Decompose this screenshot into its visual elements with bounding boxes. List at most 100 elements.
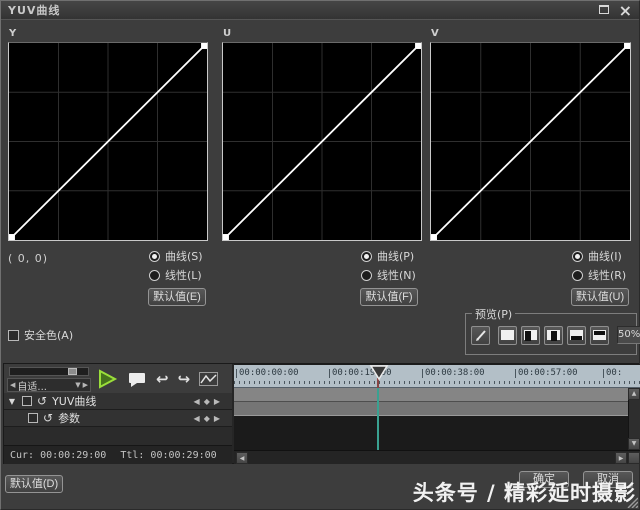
total-timecode: Ttl: 00:00:29:00 xyxy=(120,450,216,461)
preview-split-right-icon xyxy=(547,330,560,340)
row-label: 参数 xyxy=(58,410,80,426)
playhead-track-line[interactable] xyxy=(377,388,379,450)
reset-icon[interactable]: ↺ xyxy=(37,396,47,406)
radio-curve-y[interactable]: 曲线(S) xyxy=(149,248,203,264)
pen-icon xyxy=(474,329,487,342)
play-button[interactable] xyxy=(96,368,118,390)
track-lane-empty xyxy=(234,416,628,450)
keyframe-nav[interactable]: ◀◆▶ xyxy=(194,414,232,423)
radio-icon xyxy=(361,270,372,281)
preview-split-left-button[interactable] xyxy=(521,326,540,345)
radio-linear-v[interactable]: 线性(R) xyxy=(572,267,626,283)
scroll-up-icon[interactable]: ▲ xyxy=(628,388,640,400)
checkbox-icon xyxy=(8,330,19,341)
row-checkbox[interactable] xyxy=(28,413,38,423)
timeline-row-params[interactable]: ↺ 参数 ◀◆▶ xyxy=(4,410,232,427)
expand-icon[interactable]: ▼ xyxy=(7,397,17,406)
resize-grip[interactable] xyxy=(626,496,638,508)
track-lane-params[interactable] xyxy=(234,402,628,416)
curve-graph-button[interactable] xyxy=(199,372,218,386)
radio-curve-v[interactable]: 曲线(I) xyxy=(572,248,626,264)
timeline-row-yuv[interactable]: ▼ ↺ YUV曲线 ◀◆▶ xyxy=(4,393,232,410)
timeline-toolbar: ◀ 自适... ▼ ▶ ↩ ↪ xyxy=(4,364,232,393)
default-button-u[interactable]: 默认值(F) xyxy=(360,288,418,306)
default-all-button[interactable]: 默认值(D) xyxy=(5,475,63,493)
radio-label: 线性(N) xyxy=(377,267,416,283)
playhead-handle[interactable] xyxy=(369,365,389,380)
prev-keyframe-icon[interactable]: ◀ xyxy=(194,397,204,406)
keyframe-nav[interactable]: ◀◆▶ xyxy=(194,397,232,406)
radio-label: 曲线(I) xyxy=(588,248,622,264)
ruler-tick: 00:00:38:00 xyxy=(422,369,485,378)
safe-color-checkbox[interactable]: 安全色(A) xyxy=(8,327,73,343)
pen-tool-button[interactable] xyxy=(471,326,490,345)
radio-linear-u[interactable]: 线性(N) xyxy=(361,267,416,283)
preview-split-top-button[interactable] xyxy=(590,326,609,345)
radio-icon xyxy=(361,251,372,262)
next-keyframe-icon[interactable]: ▶ xyxy=(214,397,224,406)
maximize-icon[interactable] xyxy=(599,4,609,17)
timeline-fit-dropdown[interactable]: ◀ 自适... ▼ ▶ xyxy=(7,378,91,392)
radio-linear-y[interactable]: 线性(L) xyxy=(149,267,203,283)
slider-handle[interactable] xyxy=(68,368,77,375)
row-checkbox[interactable] xyxy=(22,396,32,406)
prev-keyframe-icon[interactable]: ◀ xyxy=(194,414,204,423)
default-button-v[interactable]: 默认值(U) xyxy=(571,288,629,306)
horizontal-scrollbar[interactable]: ◀ ▶ xyxy=(234,450,640,464)
reset-icon[interactable]: ↺ xyxy=(43,413,53,423)
radio-label: 线性(R) xyxy=(588,267,626,283)
close-icon[interactable]: × xyxy=(619,4,632,17)
chevron-down-icon[interactable]: ▼ xyxy=(75,381,80,389)
curve-grid-y[interactable] xyxy=(8,42,208,241)
radio-label: 线性(L) xyxy=(165,267,202,283)
preview-zoom-select[interactable]: 50% xyxy=(617,326,640,344)
timeline-left-filler xyxy=(4,427,232,445)
chevron-left-icon[interactable]: ◀ xyxy=(10,381,15,389)
preview-split-bottom-icon xyxy=(570,330,583,340)
add-keyframe-icon[interactable]: ◆ xyxy=(204,397,214,406)
radio-icon xyxy=(572,251,583,262)
radio-label: 曲线(P) xyxy=(377,248,414,264)
vertical-scrollbar[interactable]: ▲ ▼ xyxy=(628,388,640,450)
safe-color-label: 安全色(A) xyxy=(24,327,73,343)
scroll-down-icon[interactable]: ▼ xyxy=(628,438,640,450)
ruler-minor-ticks xyxy=(234,381,640,384)
ruler-tick: 00:00:57:00 xyxy=(515,369,578,378)
monitor-icon xyxy=(127,370,147,388)
preview-split-bottom-button[interactable] xyxy=(567,326,586,345)
timeline-track-area: 00:00:00:00 00:00:19:00 00:00:38:00 00:0… xyxy=(234,364,640,463)
watermark-text: 头条号 / 精彩延时摄影 xyxy=(413,477,636,507)
scrollbar-corner xyxy=(628,452,640,464)
default-button-y[interactable]: 默认值(E) xyxy=(148,288,206,306)
title-bar[interactable]: YUV曲线 × xyxy=(1,1,639,20)
preview-group: 预览(P) 50% xyxy=(465,313,637,355)
timecode-ruler[interactable]: 00:00:00:00 00:00:19:00 00:00:38:00 00:0… xyxy=(234,365,640,388)
curve-graph-icon xyxy=(199,372,218,386)
scroll-right-icon[interactable]: ▶ xyxy=(615,452,627,464)
preview-split-top-icon xyxy=(593,330,606,340)
preview-split-left-icon xyxy=(524,330,537,340)
timeline-status-bar: Cur: 00:00:29:00 Ttl: 00:00:29:00 xyxy=(4,445,232,464)
preview-single-button[interactable] xyxy=(498,326,517,345)
current-timecode: Cur: 00:00:29:00 xyxy=(10,450,106,461)
chevron-right-icon[interactable]: ▶ xyxy=(83,381,88,389)
timeline-zoom-slider[interactable] xyxy=(9,367,89,376)
scroll-left-icon[interactable]: ◀ xyxy=(236,452,248,464)
timeline-left-pane: ◀ 自适... ▼ ▶ ↩ ↪ xyxy=(4,364,232,463)
radio-label: 曲线(S) xyxy=(165,248,203,264)
next-keyframe-icon[interactable]: ▶ xyxy=(214,414,224,423)
add-keyframe-icon[interactable]: ◆ xyxy=(204,414,214,423)
track-lane-yuv[interactable] xyxy=(234,388,628,402)
undo-button[interactable]: ↩ xyxy=(156,372,169,386)
keyframe-timeline-panel: ◀ 自适... ▼ ▶ ↩ ↪ xyxy=(3,363,639,464)
preview-single-icon xyxy=(501,330,514,340)
redo-button[interactable]: ↪ xyxy=(178,372,191,386)
coordinate-readout: ( 0, 0) xyxy=(8,252,48,265)
radio-curve-u[interactable]: 曲线(P) xyxy=(361,248,416,264)
curve-grid-u[interactable] xyxy=(222,42,422,241)
ruler-tick: 00: xyxy=(603,369,622,378)
preview-split-right-button[interactable] xyxy=(544,326,563,345)
yuv-curves-dialog: YUV曲线 × Y U V xyxy=(0,0,640,510)
curve-grid-v[interactable] xyxy=(430,42,631,241)
preview-monitor-button[interactable] xyxy=(127,370,147,388)
